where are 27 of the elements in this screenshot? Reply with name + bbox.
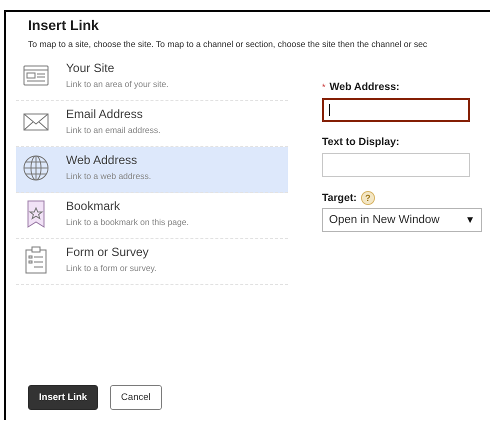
- insert-link-button[interactable]: Insert Link: [28, 385, 98, 410]
- link-type-hint: Link to a web address.: [66, 171, 152, 181]
- target-dropdown[interactable]: Open in New Window ▼: [322, 208, 482, 232]
- cancel-button[interactable]: Cancel: [110, 385, 162, 410]
- link-type-hint: Link to an area of your site.: [66, 79, 169, 89]
- link-type-name: Email Address: [66, 107, 144, 121]
- link-type-hint: Link to an email address.: [66, 125, 160, 135]
- link-type-name: Bookmark: [66, 199, 122, 213]
- dialog-title: Insert Link: [28, 17, 100, 33]
- link-type-item[interactable]: Your Site Link to an area of your site.: [16, 55, 288, 101]
- dialog-description: To map to a site, choose the site. To map to a channel or section, choose the site then the channel or sec: [28, 39, 428, 49]
- dropdown-value: Open in New Window: [329, 214, 440, 226]
- input-field[interactable]: [322, 98, 470, 122]
- field-label: Target:: [322, 192, 357, 204]
- dropdown-arrow-icon: ▼: [465, 214, 475, 226]
- globe-icon: [22, 153, 50, 183]
- field-label: Web Address:: [330, 81, 400, 93]
- link-type-hint: Link to a bookmark on this page.: [66, 217, 189, 227]
- link-type-name: Form or Survey: [66, 245, 150, 259]
- link-type-hint: Link to a form or survey.: [66, 263, 157, 273]
- required-mark: *: [322, 82, 326, 92]
- link-type-item[interactable]: Web Address Link to a web address.: [16, 147, 288, 193]
- link-type-item[interactable]: Bookmark Link to a bookmark on this page.: [16, 193, 288, 239]
- link-type-name: Your Site: [66, 61, 116, 75]
- link-type-name: Web Address: [66, 153, 138, 167]
- link-type-item[interactable]: Form or Survey Link to a form or survey.: [16, 239, 288, 285]
- field-label: Text to Display:: [322, 136, 400, 148]
